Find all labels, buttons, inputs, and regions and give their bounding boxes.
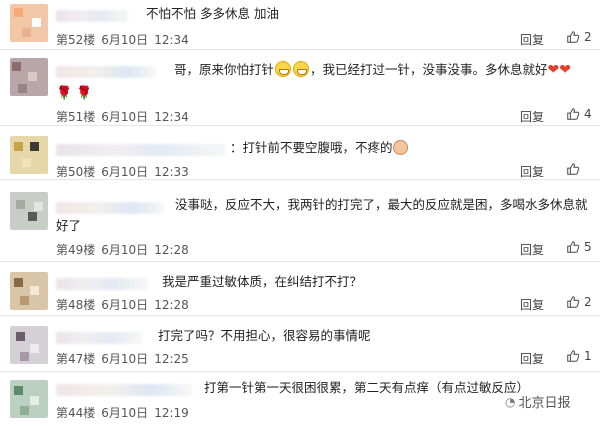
heart-icon: ❤❤	[547, 62, 571, 78]
floor-number: 第48楼	[56, 298, 96, 312]
thumbs-up-icon	[567, 241, 580, 253]
comment-text-part: ：打针前不要空腹哦，不疼的	[230, 140, 393, 155]
like-count: 5	[584, 240, 592, 254]
grin-emoji-icon	[293, 61, 310, 77]
comment-time: 12:28	[154, 243, 189, 257]
thumbs-up-icon	[567, 31, 580, 43]
reply-button[interactable]: 回复	[520, 163, 544, 180]
wechat-icon: ◔	[505, 394, 516, 409]
reply-button[interactable]: 回复	[520, 108, 544, 125]
comment-meta: 第44楼 6月10日 12:19	[56, 404, 189, 421]
reply-button[interactable]: 回复	[520, 296, 544, 313]
avatar[interactable]	[10, 380, 48, 418]
comment-time: 12:34	[154, 110, 189, 124]
thumbs-up-icon	[567, 163, 580, 175]
like-button[interactable]: 2	[566, 295, 592, 309]
reply-button[interactable]: 回复	[520, 350, 544, 367]
thumbs-up-icon	[567, 296, 580, 308]
like-button[interactable]: 2	[566, 30, 592, 44]
grin-emoji-icon	[275, 61, 292, 77]
like-count: 2	[584, 30, 592, 44]
like-button[interactable]: 1	[566, 349, 592, 363]
username[interactable]	[56, 332, 142, 344]
comment-date: 6月10日	[101, 165, 149, 179]
comment-meta: 第51楼 6月10日 12:34	[56, 108, 189, 125]
comment-text: 好了	[56, 218, 82, 233]
shy-emoji-icon	[392, 140, 408, 155]
floor-number: 第44楼	[56, 406, 96, 420]
avatar[interactable]	[10, 4, 48, 42]
comment-item: 哥，原来你怕打针 ，我已经打过一针，没事没事。多休息就好❤❤ 🌹 🌹 第51楼 6月…	[0, 50, 600, 126]
comment-text: 哥，原来你怕打针 ，我已经打过一针，没事没事。多休息就好❤❤	[174, 60, 571, 80]
thumbs-up-icon	[567, 108, 580, 120]
reply-button[interactable]: 回复	[520, 241, 544, 258]
comment-text-part: ，我已经打过一针，没事没事。多休息就好	[310, 62, 548, 77]
floor-number: 第47楼	[56, 352, 96, 366]
comment-date: 6月10日	[101, 33, 149, 47]
reply-button[interactable]: 回复	[520, 31, 544, 48]
comment-time: 12:34	[154, 33, 189, 47]
comment-item: 不怕不怕 多多休息 加油 第52楼 6月10日 12:34 回复 2	[0, 0, 600, 50]
comment-text: 我是严重过敏体质，在纠结打不打？	[162, 274, 363, 289]
like-count: 4	[584, 107, 592, 121]
thumbs-up-icon	[567, 350, 580, 362]
comment-meta: 第48楼 6月10日 12:28	[56, 296, 189, 313]
comment-item: 我是严重过敏体质，在纠结打不打？ 第48楼 6月10日 12:28 回复 2	[0, 262, 600, 316]
comment-item: ：打针前不要空腹哦，不疼的 第50楼 6月10日 12:33 回复	[0, 126, 600, 180]
comment-item: 没事哒，反应不大，我两针的打完了，最大的反应就是困，多喝水多休息就 好了 第49…	[0, 180, 600, 262]
username[interactable]	[56, 10, 128, 22]
comment-date: 6月10日	[101, 352, 149, 366]
watermark-text: 北京日报	[518, 396, 571, 411]
floor-number: 第49楼	[56, 243, 96, 257]
comment-text: 不怕不怕 多多休息 加油	[146, 6, 279, 21]
comment-text: 打第一针第一天很困很累，第二天有点痒（有点过敏反应）	[204, 380, 530, 395]
username[interactable]	[56, 66, 156, 78]
comment-date: 6月10日	[101, 243, 149, 257]
comment-text: 没事哒，反应不大，我两针的打完了，最大的反应就是困，多喝水多休息就	[175, 197, 588, 212]
comment-time: 12:28	[154, 298, 189, 312]
floor-number: 第50楼	[56, 165, 96, 179]
comment-item: 打完了吗？不用担心，很容易的事情呢 第47楼 6月10日 12:25 回复 1	[0, 316, 600, 372]
avatar[interactable]	[10, 58, 48, 96]
username[interactable]	[56, 144, 226, 156]
comment-date: 6月10日	[101, 298, 149, 312]
username[interactable]	[56, 384, 192, 396]
comment-date: 6月10日	[101, 110, 149, 124]
like-button[interactable]: 5	[566, 240, 592, 254]
comment-meta: 第52楼 6月10日 12:34	[56, 31, 189, 48]
avatar[interactable]	[10, 136, 48, 174]
like-count: 1	[584, 349, 592, 363]
comment-time: 12:33	[154, 165, 189, 179]
comment-time: 12:19	[154, 406, 189, 420]
comment-text: ：打针前不要空腹哦，不疼的	[230, 138, 408, 158]
avatar[interactable]	[10, 192, 48, 230]
comment-meta: 第49楼 6月10日 12:28	[56, 241, 189, 258]
floor-number: 第51楼	[56, 110, 96, 124]
floor-number: 第52楼	[56, 33, 96, 47]
comment-text: 打完了吗？不用担心，很容易的事情呢	[158, 328, 371, 343]
username[interactable]	[56, 202, 164, 214]
like-count: 2	[584, 295, 592, 309]
comment-text-part: 哥，原来你怕打针	[174, 62, 275, 77]
comment-date: 6月10日	[101, 406, 149, 420]
username[interactable]	[56, 278, 148, 290]
comment-time: 12:25	[154, 352, 189, 366]
avatar[interactable]	[10, 272, 48, 310]
rose-icon: 🌹 🌹	[56, 86, 93, 101]
avatar[interactable]	[10, 326, 48, 364]
like-button[interactable]: 4	[566, 107, 592, 121]
comment-meta: 第50楼 6月10日 12:33	[56, 163, 189, 180]
comment-feed: 不怕不怕 多多休息 加油 第52楼 6月10日 12:34 回复 2 哥，原来你怕打…	[0, 0, 600, 426]
watermark: ◔ 北京日报	[505, 392, 571, 412]
comment-meta: 第47楼 6月10日 12:25	[56, 350, 189, 367]
like-button[interactable]	[566, 162, 584, 176]
